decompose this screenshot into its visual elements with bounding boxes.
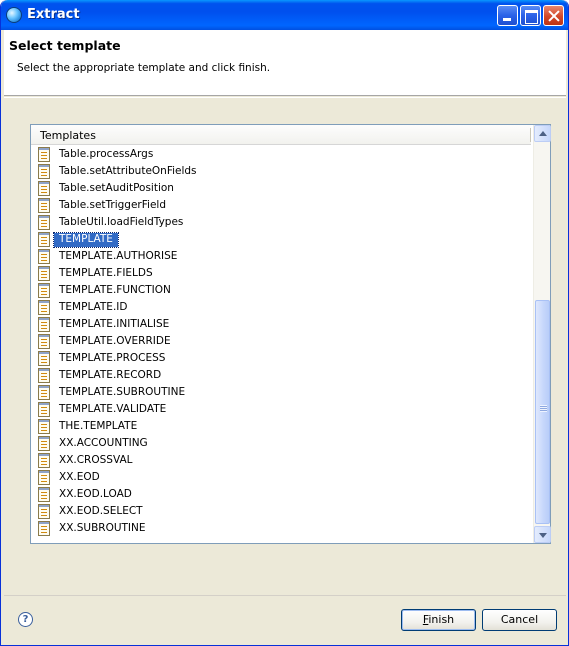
page-title: Select template: [9, 38, 121, 53]
template-file-icon: [38, 300, 50, 315]
template-file-icon: [38, 198, 50, 213]
template-file-icon: [38, 351, 50, 366]
template-file-icon: [38, 147, 50, 162]
template-item-label: TEMPLATE.ID: [59, 301, 128, 313]
template-file-icon: [38, 232, 50, 247]
extract-dialog: Extract Select template Select the appro…: [0, 0, 569, 646]
template-file-icon: [38, 436, 50, 451]
template-list-item[interactable]: TEMPLATE.ID: [31, 299, 531, 316]
template-file-icon: [38, 368, 50, 383]
wizard-header: Select template Select the appropriate t…: [4, 30, 566, 96]
template-file-icon: [38, 215, 50, 230]
template-list-item[interactable]: TEMPLATE.SUBROUTINE: [31, 384, 531, 401]
vertical-scrollbar[interactable]: [533, 125, 551, 543]
page-description: Select the appropriate template and clic…: [17, 62, 271, 74]
template-item-label: TEMPLATE: [53, 232, 119, 248]
template-file-icon: [38, 164, 50, 179]
template-item-label: XX.SUBROUTINE: [59, 522, 146, 534]
window-title: Extract: [27, 7, 80, 22]
template-file-icon: [38, 470, 50, 485]
scroll-down-button[interactable]: [534, 526, 551, 543]
template-file-icon: [38, 521, 50, 536]
template-item-label: XX.EOD: [59, 471, 100, 483]
help-icon[interactable]: ?: [18, 612, 33, 627]
finish-button[interactable]: Finish: [401, 609, 476, 631]
template-item-label: TEMPLATE.FIELDS: [59, 267, 153, 279]
template-item-label: Table.setTriggerField: [59, 199, 166, 211]
template-item-label: Table.setAttributeOnFields: [59, 165, 197, 177]
template-item-label: TEMPLATE.PROCESS: [59, 352, 166, 364]
template-list-item[interactable]: TEMPLATE.FUNCTION: [31, 282, 531, 299]
template-list-item[interactable]: XX.EOD: [31, 469, 531, 486]
template-list-item[interactable]: TEMPLATE.FIELDS: [31, 265, 531, 282]
template-list-item[interactable]: Table.processArgs: [31, 146, 531, 163]
template-file-icon: [38, 385, 50, 400]
template-item-label: Table.processArgs: [59, 148, 154, 160]
template-list-item[interactable]: TEMPLATE.RECORD: [31, 367, 531, 384]
template-item-label: Table.setAuditPosition: [59, 182, 174, 194]
template-list-item[interactable]: Table.setAttributeOnFields: [31, 163, 531, 180]
template-item-label: XX.EOD.SELECT: [59, 505, 143, 517]
scroll-grip-icon: [540, 405, 547, 412]
template-file-icon: [38, 487, 50, 502]
template-file-icon: [38, 249, 50, 264]
template-file-icon: [38, 181, 50, 196]
template-file-icon: [38, 453, 50, 468]
template-file-icon: [38, 504, 50, 519]
template-list-item[interactable]: TEMPLATE.AUTHORISE: [31, 248, 531, 265]
template-item-label: TableUtil.loadFieldTypes: [59, 216, 184, 228]
templates-column-header[interactable]: Templates: [31, 125, 531, 145]
template-list-item[interactable]: TEMPLATE.VALIDATE: [31, 401, 531, 418]
template-list-item[interactable]: TEMPLATE.OVERRIDE: [31, 333, 531, 350]
template-item-label: XX.EOD.LOAD: [59, 488, 132, 500]
template-list-item[interactable]: TEMPLATE.PROCESS: [31, 350, 531, 367]
template-item-label: XX.CROSSVAL: [59, 454, 133, 466]
footer-divider: [4, 595, 566, 596]
finish-label: inish: [428, 613, 455, 626]
template-file-icon: [38, 419, 50, 434]
template-list-item[interactable]: TableUtil.loadFieldTypes: [31, 214, 531, 231]
header-divider: [4, 97, 566, 98]
template-list-item[interactable]: XX.EOD.SELECT: [31, 503, 531, 520]
template-file-icon: [38, 266, 50, 281]
template-list-item[interactable]: XX.EOD.LOAD: [31, 486, 531, 503]
template-item-label: XX.ACCOUNTING: [59, 437, 148, 449]
template-list-item[interactable]: Table.setTriggerField: [31, 197, 531, 214]
template-file-icon: [38, 317, 50, 332]
template-item-label: TEMPLATE.VALIDATE: [59, 403, 167, 415]
scroll-thumb[interactable]: [535, 300, 550, 524]
template-item-label: TEMPLATE.RECORD: [59, 369, 162, 381]
template-list-item[interactable]: XX.CROSSVAL: [31, 452, 531, 469]
column-divider: [530, 128, 531, 142]
templates-list[interactable]: Templates Table.processArgs Table.setAttr…: [30, 124, 551, 544]
template-item-label: TEMPLATE.OVERRIDE: [59, 335, 171, 347]
column-header-label: Templates: [40, 129, 96, 142]
minimize-button[interactable]: [497, 5, 518, 26]
template-list-item[interactable]: XX.ACCOUNTING: [31, 435, 531, 452]
template-list-item[interactable]: Table.setAuditPosition: [31, 180, 531, 197]
template-item-label: TEMPLATE.FUNCTION: [59, 284, 171, 296]
template-item-label: THE.TEMPLATE: [59, 420, 138, 432]
close-button[interactable]: [543, 5, 564, 26]
template-file-icon: [38, 402, 50, 417]
template-item-label: TEMPLATE.INITIALISE: [59, 318, 170, 330]
scroll-up-button[interactable]: [534, 125, 551, 142]
maximize-button[interactable]: [520, 5, 541, 26]
title-bar[interactable]: Extract: [1, 0, 568, 30]
template-list-item[interactable]: TEMPLATE.INITIALISE: [31, 316, 531, 333]
template-list-item[interactable]: THE.TEMPLATE: [31, 418, 531, 435]
template-list-item[interactable]: XX.SUBROUTINE: [31, 520, 531, 537]
template-item-label: TEMPLATE.AUTHORISE: [59, 250, 178, 262]
template-file-icon: [38, 334, 50, 349]
template-item-label: TEMPLATE.SUBROUTINE: [59, 386, 186, 398]
template-file-icon: [38, 283, 50, 298]
app-globe-icon: [6, 7, 22, 23]
template-list-item[interactable]: TEMPLATE: [31, 231, 531, 248]
cancel-button[interactable]: Cancel: [482, 609, 557, 631]
